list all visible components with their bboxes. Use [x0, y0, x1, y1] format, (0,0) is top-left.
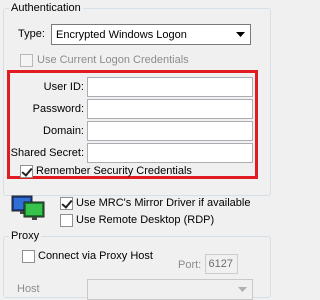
- password-label: Password:: [32, 103, 84, 115]
- user-id-field[interactable]: [87, 77, 253, 97]
- chevron-down-icon[interactable]: [233, 25, 247, 44]
- shared-secret-label: Shared Secret:: [10, 147, 84, 159]
- connect-proxy-checkbox[interactable]: [22, 250, 35, 263]
- mirror-driver-label: Use MRC's Mirror Driver if available: [76, 197, 251, 209]
- chevron-down-icon[interactable]: [235, 280, 249, 299]
- host-label: Host: [17, 283, 40, 295]
- connect-proxy-label: Connect via Proxy Host: [38, 250, 153, 262]
- remember-credentials-label: Remember Security Credentials: [36, 165, 192, 177]
- dual-monitor-icon: [11, 195, 45, 221]
- type-label: Type:: [18, 28, 45, 40]
- use-current-logon-checkbox[interactable]: [20, 54, 33, 67]
- remote-desktop-checkbox[interactable]: [60, 214, 73, 227]
- mirror-driver-checkbox[interactable]: [60, 197, 73, 210]
- port-field[interactable]: 6127: [205, 254, 238, 274]
- port-label: Port:: [178, 259, 202, 271]
- remember-credentials-checkbox[interactable]: [20, 165, 33, 178]
- shared-secret-field[interactable]: [87, 143, 253, 163]
- domain-label: Domain:: [43, 125, 84, 137]
- user-id-label: User ID:: [43, 81, 84, 93]
- proxy-group-title: Proxy: [9, 229, 42, 243]
- domain-field[interactable]: [87, 121, 253, 141]
- use-current-logon-label: Use Current Logon Credentials: [37, 54, 189, 66]
- type-dropdown[interactable]: Encrypted Windows Logon: [51, 24, 251, 45]
- remote-desktop-label: Use Remote Desktop (RDP): [76, 214, 215, 226]
- type-dropdown-value: Encrypted Windows Logon: [56, 29, 187, 41]
- port-value: 6127: [208, 258, 233, 270]
- host-dropdown[interactable]: [87, 279, 253, 300]
- authentication-group-title: Authentication: [9, 1, 83, 15]
- password-field[interactable]: [87, 99, 253, 119]
